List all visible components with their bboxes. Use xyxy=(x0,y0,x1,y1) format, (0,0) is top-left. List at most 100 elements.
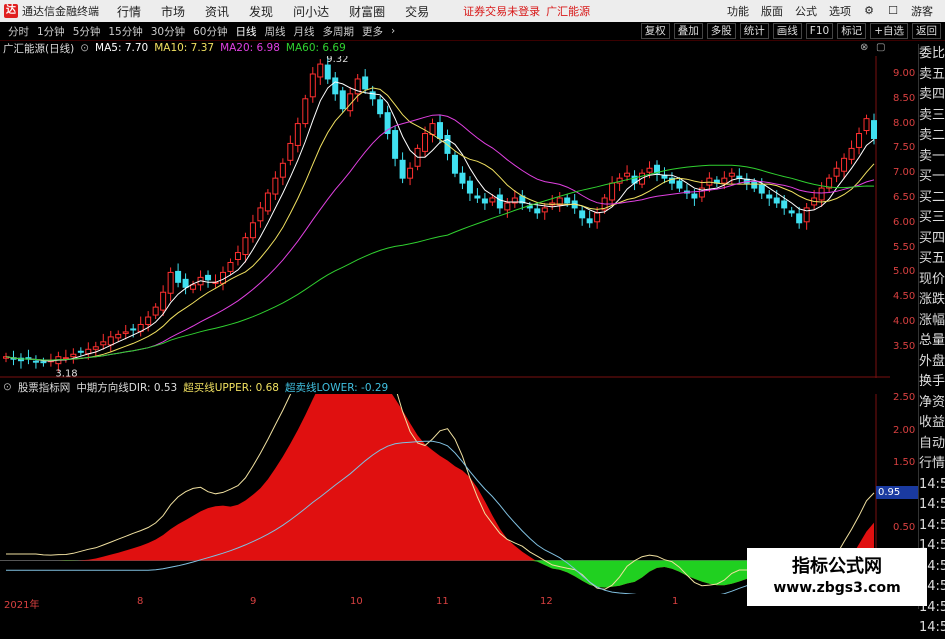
candle-body xyxy=(92,346,99,350)
indicator-source: 股票指标网 xyxy=(17,381,71,394)
candle-body xyxy=(100,341,107,346)
candle-body xyxy=(249,222,256,239)
period-5min[interactable]: 5分钟 xyxy=(73,24,101,39)
candle-body xyxy=(466,180,473,194)
menu-gongneng[interactable]: 功能 xyxy=(727,3,749,19)
ind-tick: 2.00 xyxy=(893,424,916,436)
close-icon[interactable]: ⊗ xyxy=(860,42,868,53)
guest-label[interactable]: 游客 xyxy=(911,3,933,19)
watermark-title: 指标公式网 xyxy=(792,556,882,577)
menu-zixun[interactable]: 资讯 xyxy=(205,3,229,20)
menu-wenxiaoda[interactable]: 问小达 xyxy=(293,3,329,20)
settings-icon[interactable]: ⊙ xyxy=(3,381,12,393)
candle-body xyxy=(781,200,788,209)
x-tick: 11 xyxy=(436,596,449,607)
settings-icon[interactable]: ⊙ xyxy=(80,42,89,54)
side-label: 涨跌 xyxy=(919,292,945,307)
menu-gongshi[interactable]: 公式 xyxy=(795,3,817,19)
candle-body xyxy=(369,91,376,100)
btn-diejia[interactable]: 叠加 xyxy=(673,23,703,39)
candle-body xyxy=(317,63,324,78)
side-label: 14:50 xyxy=(919,620,945,635)
candle-body xyxy=(407,167,414,179)
period-15min[interactable]: 15分钟 xyxy=(108,24,142,39)
menu-hangqing[interactable]: 行情 xyxy=(117,3,141,20)
price-tick: 8.00 xyxy=(893,117,916,129)
candle-body xyxy=(242,237,249,256)
candle-body xyxy=(474,195,481,199)
ma60-line xyxy=(5,164,875,361)
menu-jiaoyi[interactable]: 交易 xyxy=(405,3,429,20)
stock-name-tab[interactable]: 广汇能源 xyxy=(546,3,590,19)
watermark-url: www.zbgs3.com xyxy=(773,580,901,596)
side-label: 卖一 xyxy=(919,148,945,164)
settings-icon[interactable]: ⚙ xyxy=(863,5,875,17)
candle-body xyxy=(294,123,301,146)
candle-body xyxy=(257,207,264,222)
candle-body xyxy=(324,64,331,80)
candle-body xyxy=(392,130,399,159)
candle-body xyxy=(167,271,174,294)
candle-body xyxy=(841,157,848,172)
candle-body xyxy=(175,270,182,283)
period-weekly[interactable]: 周线 xyxy=(265,24,286,39)
btn-f10[interactable]: F10 xyxy=(805,23,834,39)
candle-body xyxy=(833,167,840,177)
candle-body xyxy=(107,336,114,346)
side-label: 卖四 xyxy=(919,87,945,102)
side-label: 外盘 xyxy=(919,353,945,369)
period-monthly[interactable]: 月线 xyxy=(294,24,315,39)
period-30min[interactable]: 30分钟 xyxy=(151,24,185,39)
btn-tongji[interactable]: 统计 xyxy=(739,23,769,39)
skin-icon[interactable]: ☐ xyxy=(887,5,899,17)
app-name: 通达信金融终端 xyxy=(22,5,99,18)
candle-body xyxy=(429,123,436,136)
candle-body xyxy=(721,177,728,184)
dir-area-negative xyxy=(6,560,874,588)
menu-caifuquan[interactable]: 财富圈 xyxy=(349,3,385,20)
candle-body xyxy=(182,278,189,288)
candle-body xyxy=(863,118,870,132)
candle-body xyxy=(227,261,234,272)
price-chart[interactable]: 9.32 3.18 xyxy=(0,56,890,378)
price-tick: 4.50 xyxy=(893,291,916,303)
chevron-right-icon[interactable]: › xyxy=(391,25,395,37)
side-label: 收益 xyxy=(919,415,945,430)
candle-body xyxy=(422,133,429,152)
menu-banmian[interactable]: 版面 xyxy=(761,3,783,19)
period-more[interactable]: 更多 xyxy=(362,24,383,39)
price-tick: 6.50 xyxy=(893,192,916,203)
candle-body xyxy=(437,122,443,139)
expand-icon[interactable]: ▢ xyxy=(876,42,885,53)
period-daily[interactable]: 日线 xyxy=(236,24,257,39)
btn-duogu[interactable]: 多股 xyxy=(706,23,736,39)
side-label: 买三 xyxy=(919,210,945,225)
side-label: 净资 xyxy=(919,394,945,410)
menu-faxian[interactable]: 发现 xyxy=(249,3,273,20)
side-label: 总量 xyxy=(919,333,945,348)
ind-tick: 1.50 xyxy=(893,457,916,468)
login-alert[interactable]: 证券交易未登录 xyxy=(463,3,540,19)
candle-body xyxy=(728,172,735,177)
period-toolbar: 分时 1分钟 5分钟 15分钟 30分钟 60分钟 日线 周线 月线 多周期 更… xyxy=(0,22,945,41)
ma5-label: MA5: 7.70 xyxy=(95,42,149,54)
btn-fanhui[interactable]: 返回 xyxy=(912,23,941,39)
menu-xuanxiang[interactable]: 选项 xyxy=(829,3,851,19)
period-fenshi[interactable]: 分时 xyxy=(8,24,29,39)
candle-body xyxy=(32,360,39,363)
btn-huaxian[interactable]: 画线 xyxy=(772,23,802,39)
menu-shichang[interactable]: 市场 xyxy=(161,3,185,20)
btn-biaoji[interactable]: 标记 xyxy=(837,23,867,39)
candle-body xyxy=(594,212,601,223)
btn-zixuan[interactable]: +自选 xyxy=(870,23,908,39)
period-60min[interactable]: 60分钟 xyxy=(193,24,227,39)
quote-side-panel: 委比 卖五 卖四 卖三 卖二 卖一 买一 买二 买三 买四 买五 现价 涨跌 涨幅 总量 外盘 换手 净资 收益 自动… xyxy=(918,44,945,635)
period-1min[interactable]: 1分钟 xyxy=(37,24,65,39)
period-multi[interactable]: 多周期 xyxy=(323,24,355,39)
app-logo-icon: 达 xyxy=(4,4,18,18)
ma20-line xyxy=(5,114,875,361)
side-label: 换手 xyxy=(919,374,945,389)
chart-title: 广汇能源(日线) xyxy=(3,42,75,55)
btn-fuquan[interactable]: 复权 xyxy=(640,23,670,39)
candle-body xyxy=(609,182,616,201)
